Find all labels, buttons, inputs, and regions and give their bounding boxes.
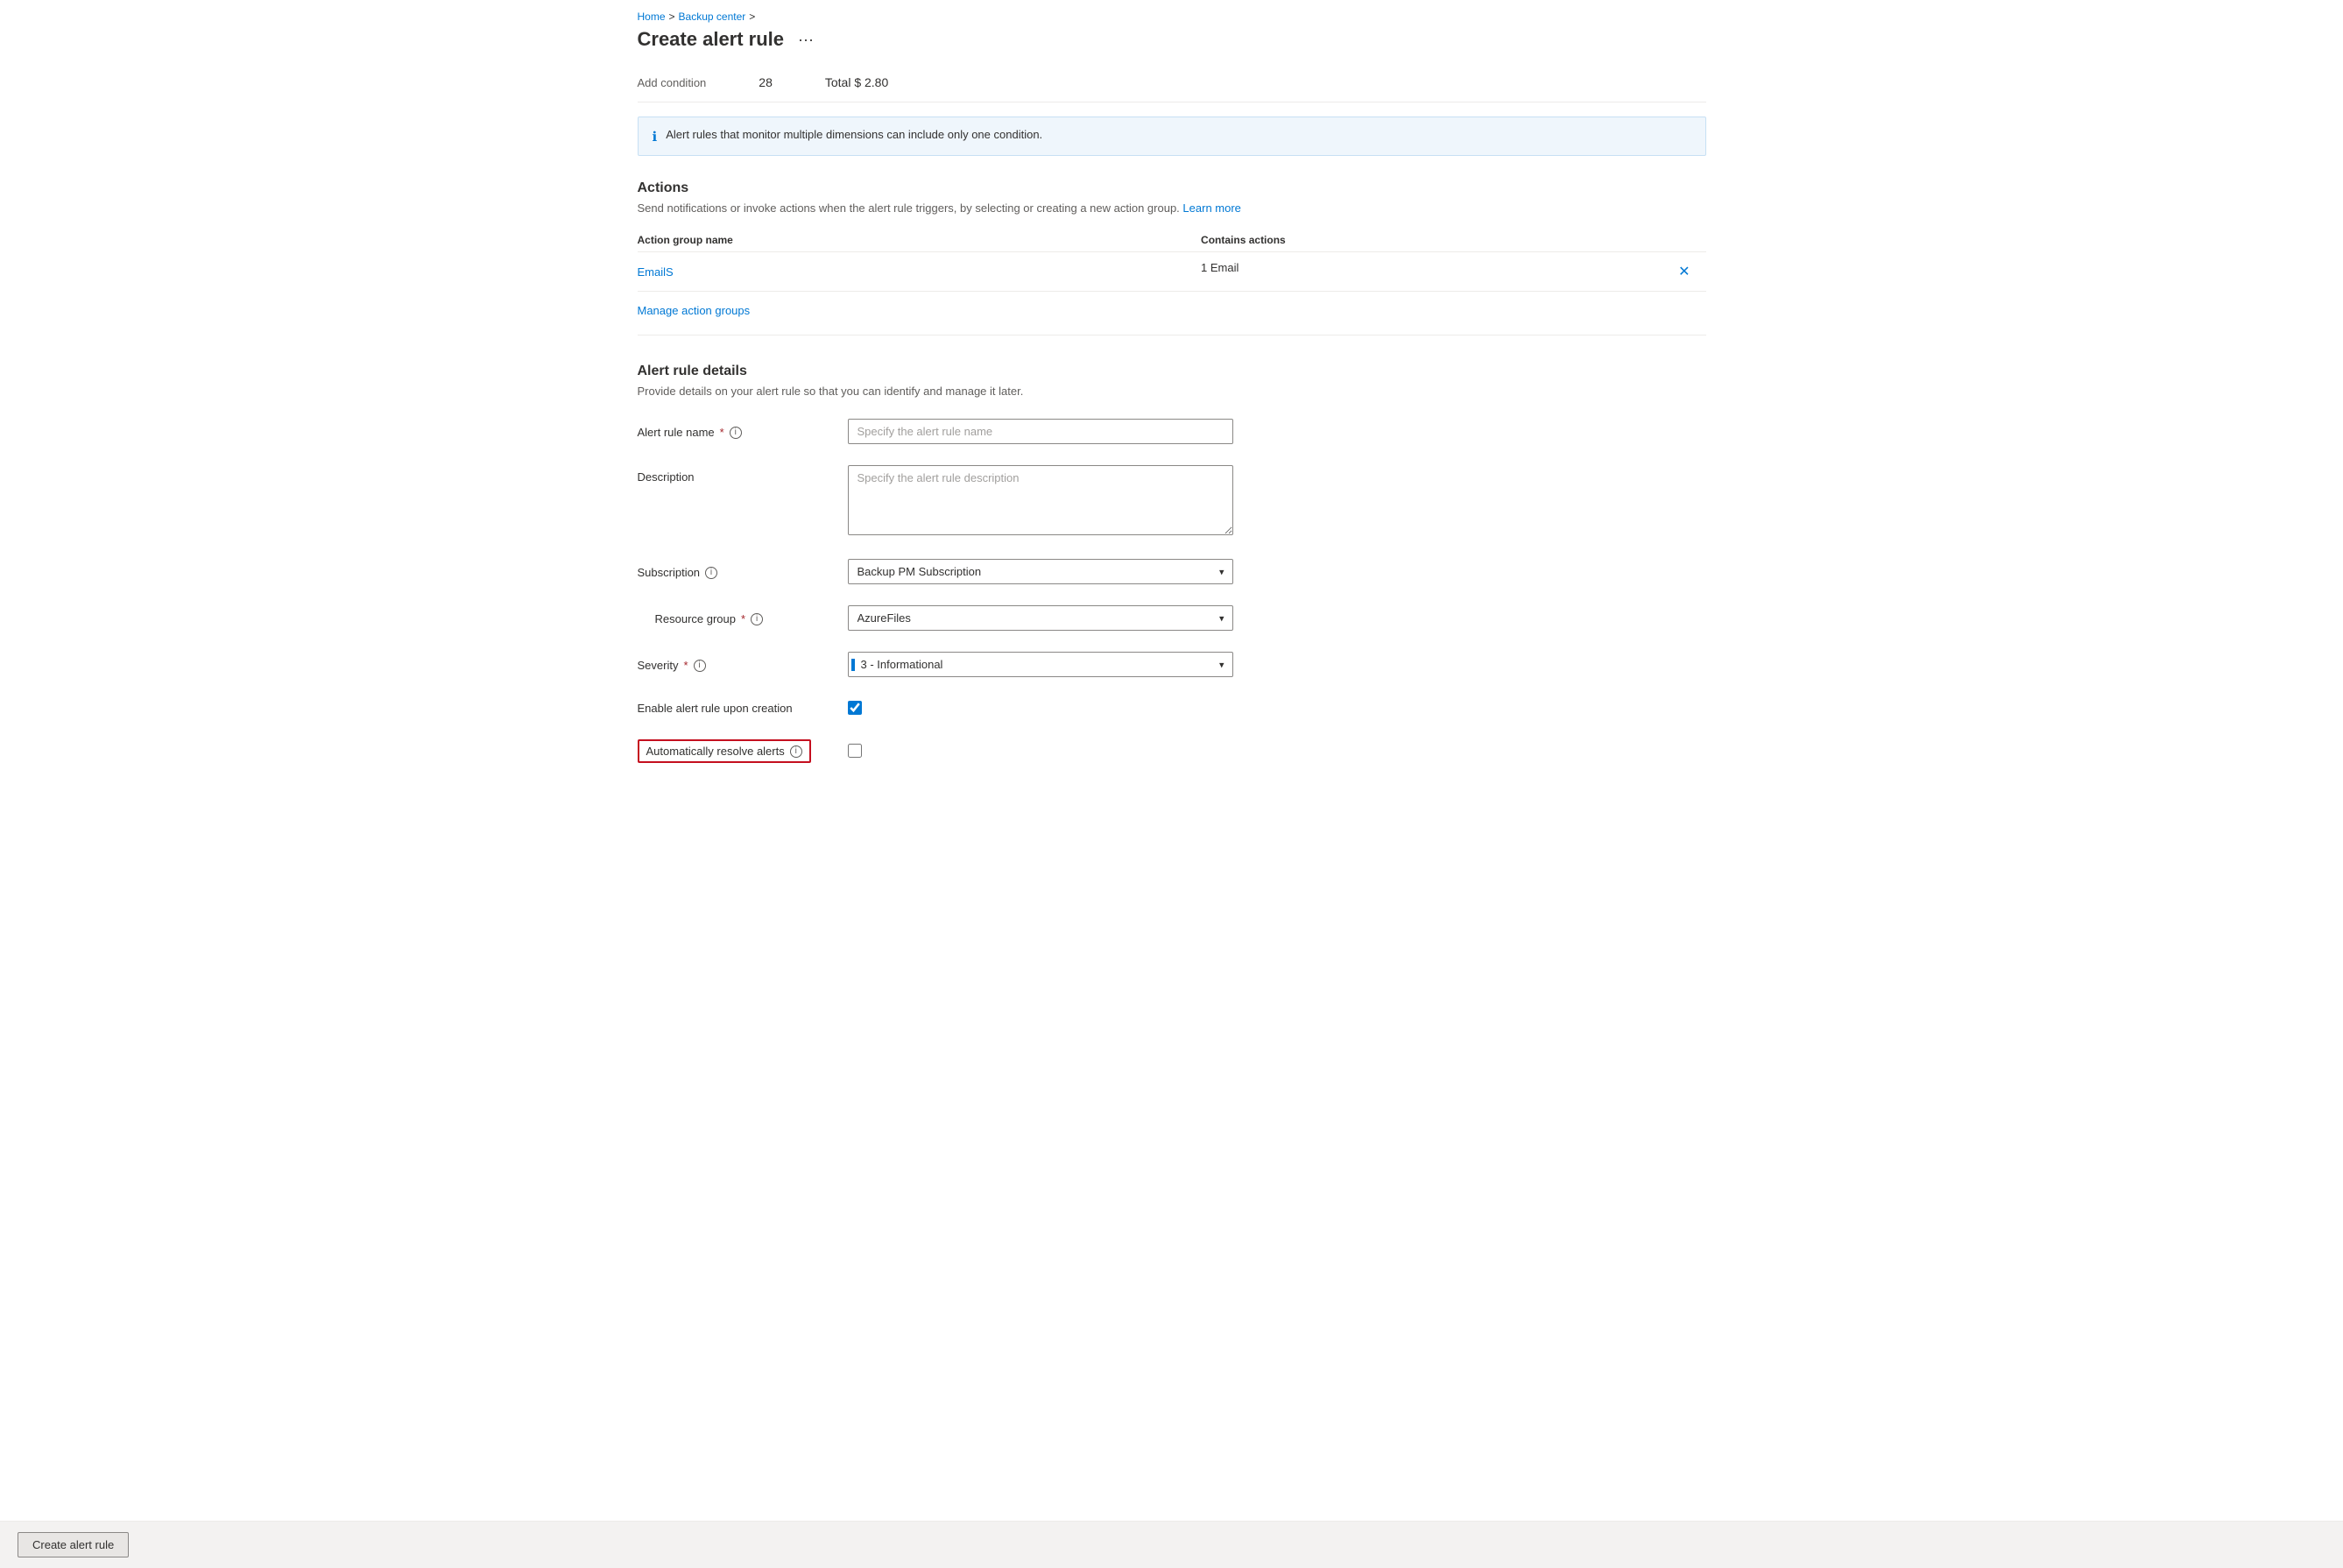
actions-description: Send notifications or invoke actions whe… [638, 201, 1706, 215]
severity-info-icon: i [694, 660, 706, 672]
details-description: Provide details on your alert rule so th… [638, 385, 1706, 398]
enable-alert-label: Enable alert rule upon creation [638, 702, 793, 715]
alert-rule-details-section: Alert rule details Provide details on yo… [638, 364, 1706, 772]
info-icon: ℹ [653, 129, 658, 145]
description-label: Description [638, 470, 695, 484]
create-alert-rule-button[interactable]: Create alert rule [18, 1532, 129, 1557]
rule-name-required: * [720, 426, 724, 439]
breadcrumb: Home > Backup center > [638, 0, 1706, 28]
severity-label: Severity [638, 659, 679, 672]
severity-select[interactable]: 0 - Critical 1 - Error 2 - Warning 3 - I… [848, 652, 1233, 677]
enable-alert-checkbox[interactable] [848, 701, 862, 715]
resource-group-required: * [741, 612, 745, 625]
summary-bar: Add condition 28 Total $ 2.80 [638, 67, 1706, 102]
resource-group-select[interactable]: AzureFiles [848, 605, 1233, 631]
severity-color-bar [851, 659, 855, 671]
manage-action-groups-link[interactable]: Manage action groups [638, 304, 751, 317]
details-heading: Alert rule details [638, 364, 1706, 379]
rule-name-info-icon: i [730, 427, 742, 439]
learn-more-link[interactable]: Learn more [1182, 201, 1240, 215]
resource-group-info-icon: i [751, 613, 763, 625]
rule-name-label: Alert rule name [638, 426, 715, 439]
resource-group-select-wrapper: AzureFiles ▾ [848, 605, 1233, 631]
actions-section: Actions Send notifications or invoke act… [638, 180, 1706, 317]
col-contains-actions: Contains actions [1201, 229, 1705, 252]
action-group-name-link[interactable]: EmailS [638, 265, 674, 279]
auto-resolve-info-icon: i [790, 745, 802, 758]
breadcrumb-backup-center[interactable]: Backup center [679, 11, 746, 23]
page-title: Create alert rule [638, 28, 785, 51]
subscription-label: Subscription [638, 566, 701, 579]
breadcrumb-sep2: > [749, 11, 755, 23]
subscription-select[interactable]: Backup PM Subscription [848, 559, 1233, 584]
actions-table: Action group name Contains actions Email… [638, 229, 1706, 292]
contains-actions-value: 1 Email [1201, 261, 1239, 274]
auto-resolve-label: Automatically resolve alerts i [638, 739, 811, 763]
description-input[interactable] [848, 465, 1233, 535]
info-banner: ℹ Alert rules that monitor multiple dime… [638, 117, 1706, 156]
footer-bar: Create alert rule [0, 1521, 2343, 1568]
summary-total: Total $ 2.80 [825, 75, 888, 89]
breadcrumb-home[interactable]: Home [638, 11, 666, 23]
table-row: EmailS 1 Email ✕ [638, 252, 1706, 292]
subscription-info-icon: i [705, 567, 717, 579]
ellipsis-button[interactable]: ··· [793, 29, 819, 51]
severity-required: * [683, 659, 688, 672]
auto-resolve-checkbox[interactable] [848, 744, 862, 758]
add-condition-label: Add condition [638, 76, 707, 89]
subscription-select-wrapper: Backup PM Subscription ▾ [848, 559, 1233, 584]
info-banner-text: Alert rules that monitor multiple dimens… [666, 128, 1042, 141]
summary-count: 28 [759, 75, 773, 89]
severity-select-wrapper: 0 - Critical 1 - Error 2 - Warning 3 - I… [848, 652, 1233, 677]
col-action-group-name: Action group name [638, 229, 1202, 252]
actions-heading: Actions [638, 180, 1706, 196]
rule-name-input[interactable] [848, 419, 1233, 444]
breadcrumb-sep1: > [669, 11, 675, 23]
remove-action-button[interactable]: ✕ [1673, 261, 1695, 282]
resource-group-label: Resource group [655, 612, 737, 625]
